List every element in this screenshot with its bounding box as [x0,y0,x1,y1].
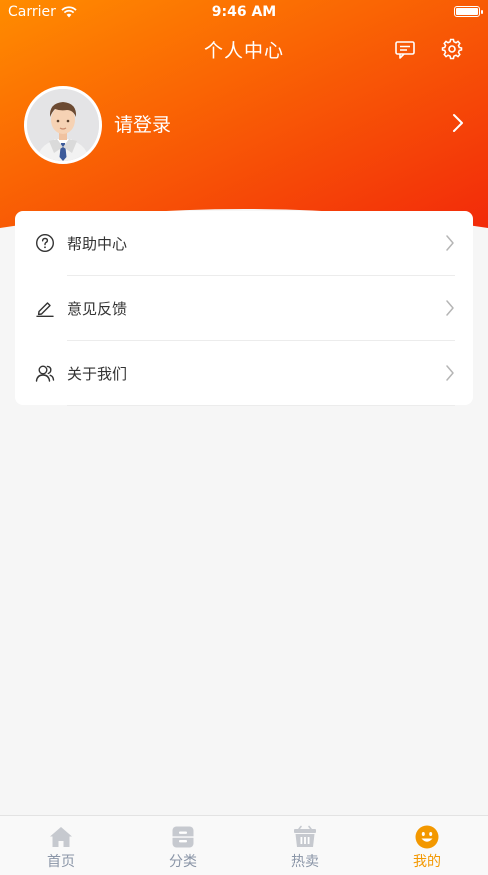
login-label[interactable]: 请登录 [114,110,171,137]
tab-label: 首页 [47,854,75,870]
tab-category[interactable]: 分类 [122,816,244,875]
divider [67,405,455,406]
help-circle-icon [35,233,55,253]
status-time: 9:46 AM [211,4,277,20]
basket-icon [294,825,316,847]
edit-pencil-icon [36,302,54,317]
menu-item-about-us[interactable]: 关于我们 [15,341,473,406]
chevron-right-icon [446,235,454,251]
menu-card: 帮助中心 意见反馈 关于我们 [15,211,473,406]
settings-gear-icon[interactable] [441,38,463,60]
smiley-icon [415,825,439,849]
menu-item-label: 意见反馈 [67,300,128,318]
tab-mine[interactable]: 我的 [366,816,488,875]
chevron-right-icon [446,365,454,381]
category-icon [172,826,194,848]
header: Carrier 9:46 AM 个人中心 请登录 [0,0,488,235]
menu-item-label: 关于我们 [67,365,128,383]
menu-item-label: 帮助中心 [67,235,128,253]
home-icon [50,827,72,847]
chevron-right-icon[interactable] [452,112,464,134]
avatar-man-icon [27,89,99,161]
tab-label: 热卖 [291,854,319,870]
menu-item-help-center[interactable]: 帮助中心 [15,211,473,276]
tab-bar: 首页 分类 热卖 我的 [0,815,488,875]
tab-label: 我的 [413,854,441,870]
status-bar: Carrier 9:46 AM [0,0,488,26]
tab-label: 分类 [169,854,197,870]
tab-hot-sale[interactable]: 热卖 [244,816,366,875]
menu-item-feedback[interactable]: 意见反馈 [15,276,473,341]
users-icon [35,365,55,382]
avatar[interactable] [24,86,102,164]
profile-section[interactable]: 请登录 [24,86,464,164]
chevron-right-icon [446,300,454,316]
message-icon[interactable] [394,38,416,60]
tab-home[interactable]: 首页 [0,816,122,875]
battery-icon [454,6,483,17]
